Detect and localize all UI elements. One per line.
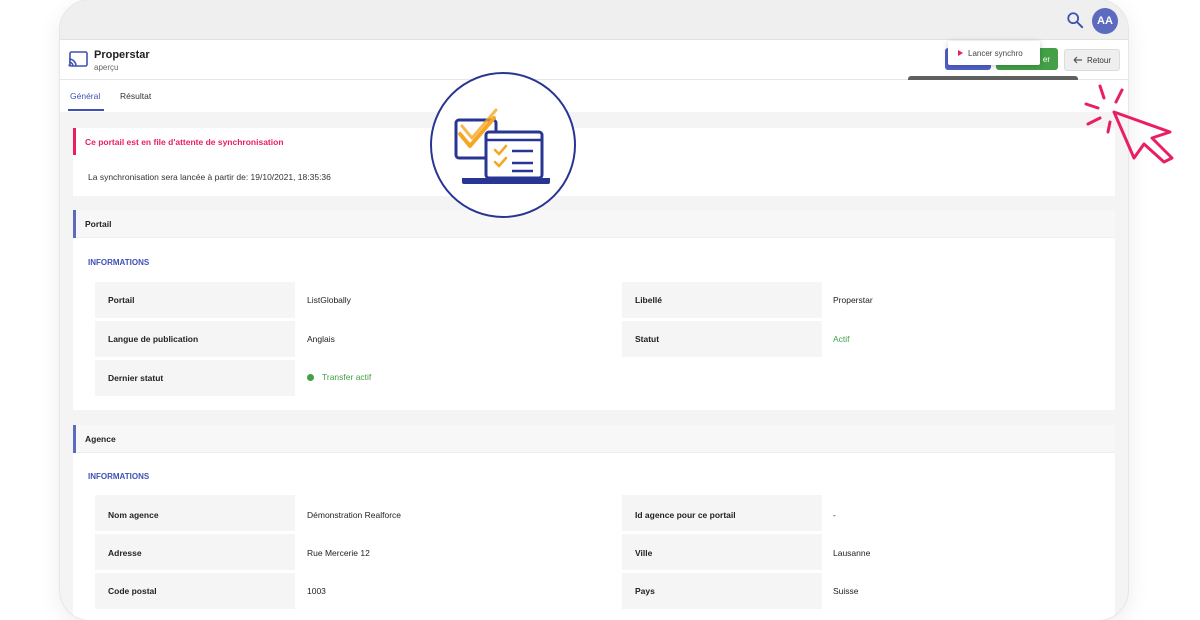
section-title: Agence xyxy=(85,434,116,444)
field-value-langue: Anglais xyxy=(307,334,335,344)
section-header: Portail xyxy=(73,210,1115,238)
undo-icon xyxy=(1073,56,1082,64)
tab-bar: Général Résultat xyxy=(60,80,1128,112)
tab-active-indicator xyxy=(68,109,104,111)
checklist-laptop-graphic xyxy=(454,108,550,184)
alert-accent-bar xyxy=(73,128,76,155)
field-value-id-agence: - xyxy=(833,510,836,520)
page-subtitle: aperçu xyxy=(94,63,119,72)
page-title: Properstar xyxy=(94,49,150,61)
field-label-ville: Ville xyxy=(635,548,653,558)
avatar[interactable]: AA xyxy=(1092,8,1118,34)
alert-title: Ce portail est en file d'attente de sync… xyxy=(85,137,284,147)
info-label: INFORMATIONS xyxy=(88,258,150,267)
field-label-dernier-statut: Dernier statut xyxy=(108,373,164,383)
field-value-ville: Lausanne xyxy=(833,548,871,558)
retour-label: Retour xyxy=(1086,55,1111,65)
dernier-statut-text: Transfer actif xyxy=(322,372,372,382)
search-icon[interactable] xyxy=(1066,11,1084,29)
field-label-id-agence: Id agence pour ce portail xyxy=(635,510,736,520)
cursor-click-icon xyxy=(1084,84,1174,164)
dropdown-item-label: Lancer synchro xyxy=(968,48,1023,58)
play-icon xyxy=(958,50,963,56)
field-label-pays: Pays xyxy=(635,586,655,596)
field-label-libelle: Libellé xyxy=(635,295,662,305)
field-label-nom-agence: Nom agence xyxy=(108,510,159,520)
field-value-pays: Suisse xyxy=(833,586,859,596)
retour-button[interactable]: Retour xyxy=(1064,49,1120,71)
tab-general[interactable]: Général xyxy=(70,91,100,101)
field-value-portail: ListGlobally xyxy=(307,295,351,305)
portail-section: Portail INFORMATIONS Portail ListGloball… xyxy=(73,210,1115,410)
tab-resultat[interactable]: Résultat xyxy=(120,91,151,101)
field-value-adresse: Rue Mercerie 12 xyxy=(307,548,370,558)
app-window: AA Properstar aperçu er Retour Lancer sy… xyxy=(60,0,1128,620)
field-value-nom-agence: Démonstration Realforce xyxy=(307,510,402,520)
info-label: INFORMATIONS xyxy=(88,472,150,481)
field-value-dernier-statut: Transfer actif xyxy=(307,372,371,382)
sync-alert: Ce portail est en file d'attente de sync… xyxy=(73,128,1115,196)
top-bar: AA xyxy=(60,0,1128,40)
section-accent-bar xyxy=(73,425,76,453)
checklist-laptop-icon xyxy=(430,72,576,218)
field-label-langue: Langue de publication xyxy=(108,334,199,344)
cast-icon xyxy=(68,51,88,67)
field-value-statut: Actif xyxy=(833,334,850,344)
field-label-statut: Statut xyxy=(635,334,660,344)
alert-text: La synchronisation sera lancée à partir … xyxy=(88,172,331,182)
field-value-code-postal: 1003 xyxy=(307,586,326,596)
field-label-portail: Portail xyxy=(108,295,135,305)
field-label-code-postal: Code postal xyxy=(108,586,157,596)
section-header: Agence xyxy=(73,425,1115,453)
section-title: Portail xyxy=(85,219,112,229)
agence-section: Agence INFORMATIONS Nom agence Démonstra… xyxy=(73,425,1115,620)
field-value-libelle: Properstar xyxy=(833,295,873,305)
status-dot-icon xyxy=(307,374,314,381)
green-action-label: er xyxy=(1042,55,1050,64)
section-accent-bar xyxy=(73,210,76,238)
dropdown-item-lancer-synchro[interactable]: Lancer synchro xyxy=(948,41,1040,65)
field-label-adresse: Adresse xyxy=(108,548,142,558)
